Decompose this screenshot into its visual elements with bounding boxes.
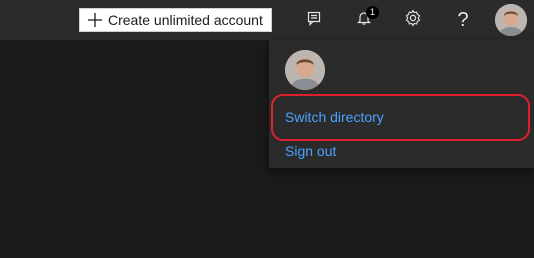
create-account-label: Create unlimited account [108, 12, 263, 28]
plus-icon [87, 12, 103, 28]
settings-button[interactable] [397, 4, 429, 36]
account-menu: Switch directory Sign out [269, 40, 534, 168]
menu-avatar [285, 50, 325, 90]
sign-out-link[interactable]: Sign out [285, 143, 336, 159]
help-icon: ? [457, 8, 469, 31]
avatar [495, 4, 527, 36]
create-unlimited-account-button[interactable]: Create unlimited account [79, 8, 272, 32]
feedback-icon [306, 10, 322, 31]
avatar [285, 50, 325, 90]
account-avatar-button[interactable] [495, 4, 527, 36]
notifications-button[interactable]: 1 [348, 4, 380, 36]
gear-icon [404, 8, 422, 32]
switch-directory-link[interactable]: Switch directory [285, 109, 384, 125]
help-button[interactable]: ? [447, 4, 479, 36]
top-bar: Create unlimited account 1 ? [0, 0, 534, 40]
feedback-button[interactable] [298, 4, 330, 36]
notification-badge: 1 [366, 6, 379, 19]
